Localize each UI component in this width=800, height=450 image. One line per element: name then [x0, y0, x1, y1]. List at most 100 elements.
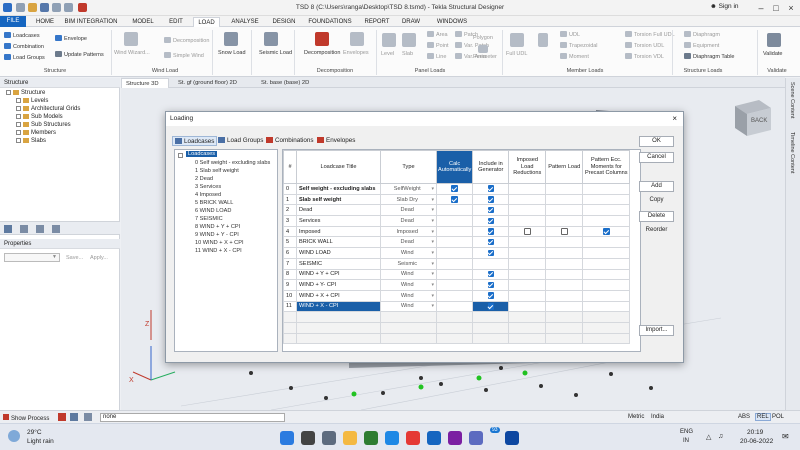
col-header-type[interactable]: Type [380, 150, 437, 184]
polygon-button[interactable]: Polygon [473, 35, 493, 42]
tree-loadcase-item[interactable]: 11 WIND + X - CPI [195, 248, 242, 254]
rel-mode[interactable]: REL [755, 413, 771, 421]
tree-loadcase-item[interactable]: 0 Self weight - excluding slabs [195, 160, 270, 166]
expand-icon[interactable] [16, 114, 21, 119]
line-load-button[interactable]: Line [427, 53, 446, 61]
checked-checkbox-icon[interactable] [487, 270, 495, 278]
diaphragm-button[interactable]: Diaphragm [684, 31, 720, 39]
tab-bim-integration[interactable]: BIM INTEGRATION [62, 17, 120, 27]
calc-automatically-cell[interactable] [435, 193, 474, 206]
chevron-down-icon[interactable]: ▾ [431, 282, 434, 288]
tree-loadcase-item[interactable]: 10 WIND + X + CPI [195, 240, 244, 246]
type-cell[interactable]: Dead ▾ [380, 204, 437, 217]
delete-button[interactable]: Delete [639, 211, 674, 222]
snow-load-button[interactable]: Snow Load [218, 50, 246, 57]
tab-edit[interactable]: EDIT [166, 17, 186, 27]
windows-start-icon[interactable] [280, 431, 294, 445]
wind-decomposition-button[interactable]: Decomposition [164, 37, 209, 45]
reorder-button[interactable]: Reorder [639, 226, 674, 237]
update-patterns-button[interactable]: Update Patterns [55, 51, 104, 59]
type-cell[interactable]: Wind ▾ [380, 300, 437, 313]
chevron-down-icon[interactable]: ▾ [431, 218, 434, 224]
loadcases-button[interactable]: Loadcases [4, 32, 40, 40]
table-row[interactable]: 4 Imposed Imposed ▾ [283, 225, 631, 238]
chevron-down-icon[interactable]: ▾ [431, 186, 434, 192]
simple-wind-button[interactable]: Simple Wind [164, 52, 204, 60]
chrome-icon[interactable] [406, 431, 420, 445]
torsion-vdl-button[interactable]: Torsion VDL [625, 53, 664, 61]
tab-file[interactable]: FILE [0, 16, 26, 27]
udl-button[interactable]: UDL [560, 31, 580, 39]
chevron-down-icon[interactable]: ▾ [431, 271, 434, 277]
combination-button[interactable]: Combination [4, 43, 44, 51]
checked-checkbox-icon[interactable] [487, 292, 495, 299]
include-in-generator-cell[interactable] [472, 289, 510, 302]
navigation-cube[interactable]: BACK [727, 92, 775, 140]
loadcase-title-cell[interactable]: WIND + X - CPI [296, 300, 381, 313]
include-in-generator-cell[interactable] [472, 247, 510, 259]
seismic-load-button[interactable]: Seismic Load [259, 50, 292, 57]
unchecked-checkbox-icon[interactable] [524, 228, 531, 235]
loading-tab-icon[interactable] [36, 225, 44, 233]
tab-envelopes[interactable]: Envelopes [317, 136, 355, 146]
expand-icon[interactable] [16, 106, 21, 111]
type-cell[interactable]: Dead ▾ [380, 215, 437, 227]
envelope-button[interactable]: Envelope [55, 35, 87, 43]
checked-checkbox-icon[interactable] [451, 196, 458, 203]
tab-ground-floor-2d[interactable]: St. gf (ground floor) 2D [174, 78, 252, 88]
include-in-generator-cell[interactable] [472, 236, 510, 249]
checked-checkbox-icon[interactable] [487, 249, 495, 257]
table-row[interactable]: 2 Dead Dead ▾ [283, 204, 631, 217]
include-in-generator-cell[interactable] [472, 225, 510, 238]
snap-icon[interactable] [58, 413, 66, 421]
language-indicator[interactable]: ENG [680, 429, 693, 435]
tree-loadcase-item[interactable]: 5 BRICK WALL [195, 200, 233, 206]
include-in-generator-cell[interactable] [472, 268, 510, 281]
temperature[interactable]: 29°C [27, 429, 42, 436]
pol-mode[interactable]: POL [772, 414, 784, 420]
edge-icon[interactable] [385, 431, 399, 445]
type-cell[interactable]: Imposed ▾ [380, 225, 437, 238]
chevron-down-icon[interactable]: ▾ [431, 293, 434, 299]
expand-icon[interactable] [6, 90, 11, 95]
chevron-down-icon[interactable]: ▾ [431, 303, 434, 309]
col-header-calc-automatically[interactable]: Calc Automatically [435, 150, 474, 184]
loadcase-title-cell[interactable]: Dead [296, 204, 381, 217]
chevron-down-icon[interactable]: ▾ [431, 250, 434, 256]
checked-checkbox-icon[interactable] [487, 228, 495, 235]
tekla-icon[interactable] [505, 431, 519, 445]
tree-item-sub-structures[interactable]: Sub Structures [16, 122, 71, 129]
selection-icon[interactable] [84, 413, 92, 421]
filter-icon[interactable] [70, 413, 78, 421]
tree-item-members[interactable]: Members [16, 130, 56, 137]
checked-checkbox-icon[interactable] [451, 185, 458, 192]
unchecked-checkbox-icon[interactable] [561, 228, 568, 235]
trapezoidal-button[interactable]: Trapezoidal [560, 42, 598, 50]
table-row[interactable]: 5 BRICK WALL Dead ▾ [283, 236, 631, 249]
torsion-full-udl-button[interactable]: Torsion Full UDL [625, 31, 675, 39]
dialog-close-button[interactable]: × [672, 114, 677, 124]
point-load-button[interactable]: Point [427, 42, 449, 50]
loadcase-title-cell[interactable]: WIND + Y + CPI [296, 268, 381, 281]
table-row[interactable]: 3 Services Dead ▾ [283, 215, 631, 227]
checked-checkbox-icon[interactable] [487, 217, 495, 225]
type-cell[interactable]: Wind ▾ [380, 279, 437, 291]
type-cell[interactable]: Wind ▾ [380, 289, 437, 302]
volume-icon[interactable]: ♫ [718, 433, 723, 440]
loadcase-title-cell[interactable]: BRICK WALL [296, 236, 381, 249]
units-indicator[interactable]: Metric [628, 414, 644, 420]
table-row[interactable]: 8 WIND + Y + CPI Wind ▾ [283, 268, 631, 281]
tab-foundations[interactable]: FOUNDATIONS [306, 17, 354, 27]
tab-model[interactable]: MODEL [130, 17, 156, 27]
include-in-generator-cell[interactable] [472, 279, 510, 291]
collapse-icon[interactable] [178, 153, 183, 158]
tree-loadcase-item[interactable]: 4 Imposed [195, 192, 221, 198]
table-row[interactable]: 7 SEISMIC Seismic ▾ [283, 257, 631, 270]
tree-item-slabs[interactable]: Slabs [16, 138, 46, 145]
tab-combinations[interactable]: Combinations [266, 136, 314, 146]
expand-icon[interactable] [16, 98, 21, 103]
type-cell[interactable]: Dead ▾ [380, 236, 437, 249]
app-icon-taskbar[interactable] [469, 431, 483, 445]
maximize-button[interactable]: □ [770, 2, 782, 14]
include-in-generator-cell[interactable] [472, 204, 510, 217]
